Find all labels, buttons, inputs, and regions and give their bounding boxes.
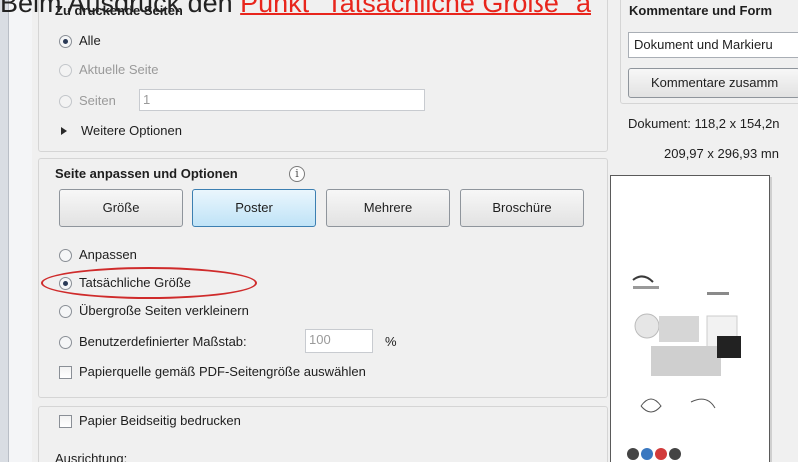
summarize-comments-button[interactable]: Kommentare zusamm — [628, 68, 798, 98]
comments-select[interactable]: Dokument und Markieru — [628, 32, 798, 58]
print-preview-page — [610, 175, 770, 462]
page-size-text: 209,97 x 296,93 mn — [664, 146, 779, 161]
pages-range-input[interactable]: 1 — [139, 89, 425, 111]
info-icon[interactable]: i — [289, 166, 305, 182]
orientation-label: Ausrichtung: — [55, 451, 128, 462]
duplex-label[interactable]: Papier Beidseitig bedrucken — [79, 413, 241, 428]
tab-size-button[interactable]: Größe — [59, 189, 183, 227]
tab-poster-button[interactable]: Poster — [192, 189, 316, 227]
duplex-group: Papier Beidseitig bedrucken Ausrichtung: — [38, 406, 608, 462]
window-left-panel — [9, 0, 32, 462]
document-size-text: Dokument: 118,2 x 154,2n — [628, 116, 780, 131]
window-left-edge — [0, 0, 9, 462]
preview-thumbnail — [627, 275, 741, 460]
radio-all-label[interactable]: Alle — [79, 33, 101, 48]
radio-all[interactable] — [59, 35, 72, 48]
paper-source-label[interactable]: Papierquelle gemäß PDF-Seitengröße auswä… — [79, 364, 366, 379]
radio-current-page-label[interactable]: Aktuelle Seite — [79, 62, 159, 77]
caption-highlight: Punkt "Tatsächliche Größe" a — [240, 0, 591, 18]
expand-triangle-icon[interactable] — [61, 127, 67, 135]
tab-booklet-button[interactable]: Broschüre — [460, 189, 584, 227]
radio-custom-scale[interactable] — [59, 336, 72, 349]
radio-shrink-oversized[interactable] — [59, 305, 72, 318]
radio-fit[interactable] — [59, 249, 72, 262]
radio-current-page[interactable] — [59, 64, 72, 77]
print-dialog: Zu druckende Seiten Alle Aktuelle Seite … — [32, 0, 798, 462]
scale-input[interactable]: 100 — [305, 329, 373, 353]
more-options-link[interactable]: Weitere Optionen — [81, 123, 182, 138]
radio-custom-scale-label[interactable]: Benutzerdefinierter Maßstab: — [79, 334, 247, 349]
radio-fit-label[interactable]: Anpassen — [79, 247, 137, 262]
caption-banner: Beim Ausdruck den Punkt "Tatsächliche Gr… — [0, 0, 798, 19]
pages-to-print-group: Zu druckende Seiten Alle Aktuelle Seite … — [38, 0, 608, 152]
paper-source-checkbox[interactable] — [59, 366, 72, 379]
fit-group-header: Seite anpassen und Optionen — [55, 166, 238, 181]
caption-prefix: Beim Ausdruck den — [0, 0, 241, 18]
scale-unit: % — [385, 334, 397, 349]
duplex-checkbox[interactable] — [59, 415, 72, 428]
highlight-ellipse — [41, 267, 257, 299]
tab-multiple-button[interactable]: Mehrere — [326, 189, 450, 227]
radio-pages[interactable] — [59, 95, 72, 108]
radio-shrink-oversized-label[interactable]: Übergroße Seiten verkleinern — [79, 303, 249, 318]
radio-pages-label[interactable]: Seiten — [79, 93, 116, 108]
